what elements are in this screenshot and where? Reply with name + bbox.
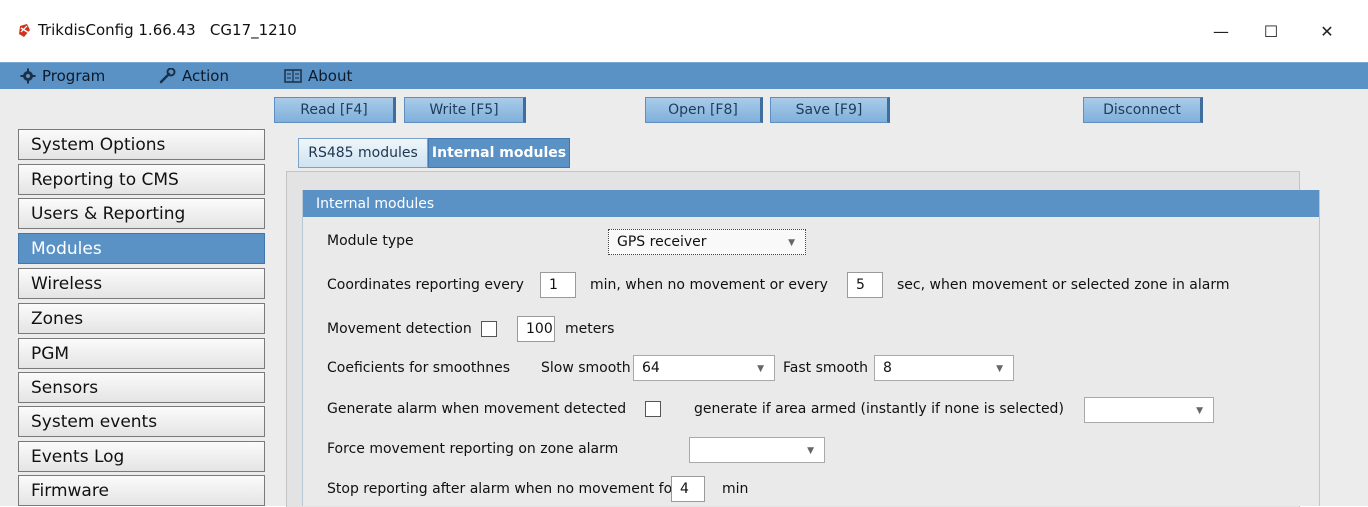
minimize-icon[interactable]: — — [1198, 18, 1244, 44]
close-icon[interactable]: ✕ — [1304, 18, 1350, 44]
chevron-down-icon: ▼ — [807, 446, 814, 456]
generate-alarm-checkbox[interactable] — [645, 401, 661, 417]
chevron-down-icon: ▼ — [996, 364, 1003, 374]
write-button[interactable]: Write [F5] — [404, 97, 526, 123]
trikdis-logo-icon — [19, 24, 30, 37]
coords-suffix-label: sec, when movement or selected zone in a… — [897, 277, 1230, 293]
sidebar-item-system-events[interactable]: System events — [18, 406, 265, 437]
sidebar-item-reporting-to-cms[interactable]: Reporting to CMS — [18, 164, 265, 195]
maximize-icon[interactable]: ☐ — [1248, 18, 1294, 44]
menu-program-label: Program — [42, 67, 106, 85]
fast-smooth-select[interactable]: 8 ▼ — [874, 355, 1014, 381]
movement-distance-input[interactable]: 100 — [517, 316, 555, 342]
read-button[interactable]: Read [F4] — [274, 97, 396, 123]
internal-modules-group: Internal modules Module type GPS receive… — [302, 190, 1320, 506]
generate-if-armed-select[interactable]: ▼ — [1084, 397, 1214, 423]
stop-reporting-label: Stop reporting after alarm when no movem… — [327, 481, 678, 497]
movement-detection-checkbox[interactable] — [481, 321, 497, 337]
module-type-select[interactable]: GPS receiver ▼ — [608, 229, 806, 255]
fast-smooth-value: 8 — [883, 360, 892, 376]
title-bar: TrikdisConfig 1.66.43 CG17_1210 — ☐ ✕ — [0, 0, 1368, 62]
module-type-value: GPS receiver — [617, 234, 707, 250]
generate-alarm-label: Generate alarm when movement detected — [327, 401, 627, 417]
chevron-down-icon: ▼ — [757, 364, 764, 374]
stop-reporting-unit-label: min — [722, 481, 749, 497]
sidebar-item-events-log[interactable]: Events Log — [18, 441, 265, 472]
coords-sec-input[interactable]: 5 — [847, 272, 883, 298]
meters-label: meters — [565, 321, 615, 337]
sidebar-item-sensors[interactable]: Sensors — [18, 372, 265, 403]
save-button[interactable]: Save [F9] — [770, 97, 890, 123]
sidebar-item-modules[interactable]: Modules — [18, 233, 265, 264]
chevron-down-icon: ▼ — [1196, 406, 1203, 416]
coords-min-input[interactable]: 1 — [540, 272, 576, 298]
movement-detection-label: Movement detection — [327, 321, 472, 337]
menu-about-label: About — [308, 67, 353, 85]
sidebar-item-system-options[interactable]: System Options — [18, 129, 265, 160]
gear-icon — [20, 68, 36, 84]
slow-smooth-value: 64 — [642, 360, 660, 376]
module-type-label: Module type — [327, 233, 414, 249]
window-title: TrikdisConfig 1.66.43 CG17_1210 — [38, 21, 297, 39]
sidebar-item-pgm[interactable]: PGM — [18, 338, 265, 369]
stop-reporting-input[interactable]: 4 — [671, 476, 705, 502]
sidebar-item-zones[interactable]: Zones — [18, 303, 265, 334]
tab-rs485-modules[interactable]: RS485 modules — [298, 138, 428, 168]
sidebar-item-wireless[interactable]: Wireless — [18, 268, 265, 299]
wrench-icon — [159, 68, 176, 84]
slow-smooth-select[interactable]: 64 ▼ — [633, 355, 775, 381]
generate-if-armed-label: generate if area armed (instantly if non… — [694, 401, 1064, 417]
sidebar-item-users-reporting[interactable]: Users & Reporting — [18, 198, 265, 229]
coords-mid-label: min, when no movement or every — [590, 277, 828, 293]
book-icon — [284, 69, 302, 83]
sidebar-item-firmware[interactable]: Firmware — [18, 475, 265, 506]
coords-reporting-label: Coordinates reporting every — [327, 277, 524, 293]
slow-smooth-label: Slow smooth — [541, 360, 631, 376]
force-movement-label: Force movement reporting on zone alarm — [327, 441, 619, 457]
group-title: Internal modules — [303, 190, 1319, 217]
coefficients-label: Coeficients for smoothnes — [327, 360, 510, 376]
menu-about[interactable]: About — [284, 63, 352, 89]
menu-program[interactable]: Program — [20, 63, 105, 89]
tab-internal-modules[interactable]: Internal modules — [428, 138, 570, 168]
fast-smooth-label: Fast smooth — [783, 360, 869, 376]
open-button[interactable]: Open [F8] — [645, 97, 763, 123]
menu-action[interactable]: Action — [158, 63, 229, 89]
menu-action-label: Action — [182, 67, 229, 85]
disconnect-button[interactable]: Disconnect — [1083, 97, 1203, 123]
force-movement-select[interactable]: ▼ — [689, 437, 825, 463]
chevron-down-icon: ▼ — [788, 238, 795, 248]
menu-bar: Program Action About — [0, 62, 1368, 90]
